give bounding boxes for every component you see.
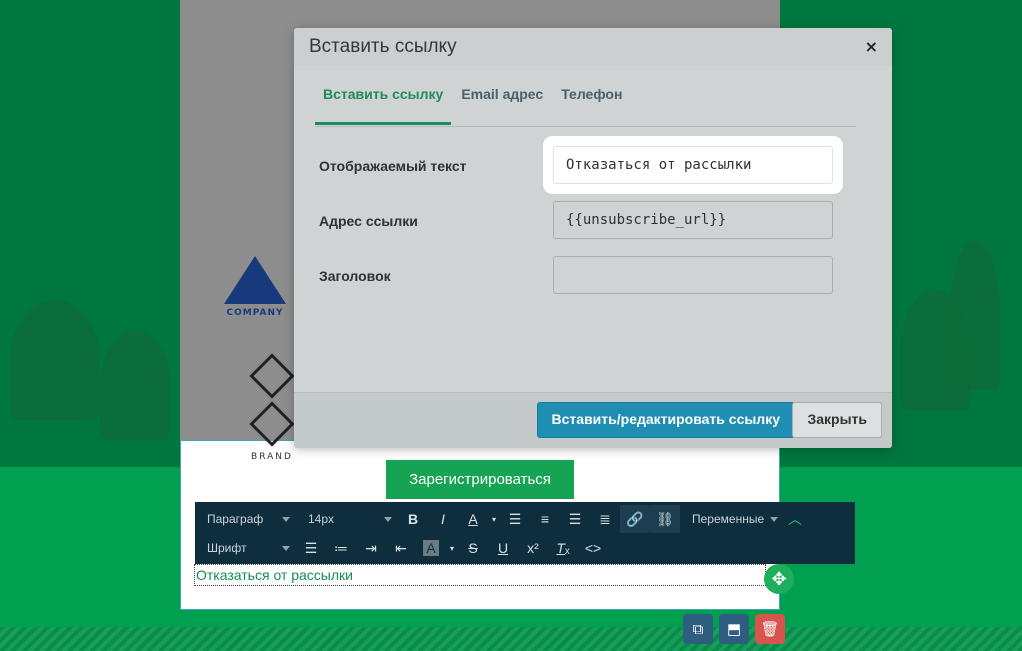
font-size-label: 14px: [308, 512, 335, 526]
indent-icon[interactable]: ⇥: [356, 534, 386, 562]
audience-silhouette: [950, 240, 1000, 390]
register-button[interactable]: Зарегистрироваться: [386, 460, 574, 499]
outdent-icon[interactable]: ⇤: [386, 534, 416, 562]
underline-icon[interactable]: U: [488, 534, 518, 562]
dialog-header: Вставить ссылку ×: [294, 28, 892, 66]
unsubscribe-link-text[interactable]: Отказаться от рассылки: [194, 564, 766, 586]
paragraph-select-label: Параграф: [207, 512, 264, 526]
variables-select-label: Переменные: [692, 512, 765, 526]
tab-email-address[interactable]: Email адрес: [453, 86, 551, 125]
title-input[interactable]: [553, 256, 833, 294]
company-logo: COMPANY: [222, 256, 288, 318]
audience-silhouette: [10, 300, 100, 420]
caret-down-icon: [282, 516, 290, 522]
audience-silhouette: [100, 330, 170, 440]
link-icon[interactable]: 🔗: [620, 505, 650, 533]
highlight-icon[interactable]: A: [416, 534, 446, 562]
variables-select[interactable]: Переменные: [680, 512, 780, 526]
move-icon[interactable]: ✥: [764, 564, 794, 594]
insert-edit-link-button[interactable]: Вставить/редактировать ссылку: [536, 402, 795, 438]
dialog-footer: Вставить/редактировать ссылку Закрыть: [294, 392, 892, 448]
strikethrough-icon[interactable]: S: [458, 534, 488, 562]
highlight-caret-icon[interactable]: ▾: [446, 534, 458, 562]
caret-down-icon: [770, 516, 779, 522]
caret-down-icon: [282, 545, 290, 551]
bullet-list-icon[interactable]: ☰: [296, 534, 326, 562]
bold-icon[interactable]: B: [398, 505, 428, 533]
tab-phone[interactable]: Телефон: [553, 86, 630, 125]
close-button[interactable]: Закрыть: [792, 402, 882, 438]
link-url-label: Адрес ссылки: [319, 213, 418, 229]
display-text-label: Отображаемый текст: [319, 158, 467, 174]
link-url-row: Адрес ссылки {{unsubscribe_url}}: [319, 201, 834, 241]
link-url-input[interactable]: {{unsubscribe_url}}: [553, 201, 833, 239]
rich-text-toolbar: Параграф 14px B I A ▾ ☰ ≡ ☰ ≣ 🔗 ⛓ Переме…: [195, 502, 855, 564]
title-row: Заголовок: [319, 256, 834, 296]
tab-insert-link[interactable]: Вставить ссылку: [315, 86, 452, 125]
align-left-icon[interactable]: ☰: [500, 505, 530, 533]
text-color-icon[interactable]: A: [458, 505, 488, 533]
chevron-up-icon[interactable]: ︿: [780, 505, 810, 533]
company-logo-text: COMPANY: [226, 308, 284, 318]
brand-logo: BRAND: [244, 353, 300, 462]
align-justify-icon[interactable]: ≣: [590, 505, 620, 533]
superscript-icon[interactable]: x²: [518, 534, 548, 562]
title-label: Заголовок: [319, 268, 391, 284]
display-text-input[interactable]: Отказаться от рассылки: [553, 146, 833, 184]
clear-format-icon[interactable]: Tₓ: [548, 534, 578, 562]
code-icon[interactable]: <>: [578, 534, 608, 562]
text-color-caret-icon[interactable]: ▾: [488, 505, 500, 533]
display-text-row: Отображаемый текст Отказаться от рассылк…: [319, 146, 834, 186]
numbered-list-icon[interactable]: ≔: [326, 534, 356, 562]
dialog-tabs: Вставить ссылку Email адрес Телефон: [315, 86, 856, 127]
close-icon[interactable]: ×: [865, 37, 878, 56]
paragraph-select[interactable]: Параграф: [195, 512, 296, 526]
block-actions: ⧉ ⬒ 🗑: [683, 614, 785, 644]
footer-stripes: [0, 627, 1022, 651]
insert-link-dialog: Вставить ссылку × Вставить ссылку Email …: [294, 28, 892, 448]
brand-logo-text: BRAND: [251, 452, 293, 462]
unlink-icon[interactable]: ⛓: [650, 505, 680, 533]
italic-icon[interactable]: I: [428, 505, 458, 533]
font-family-select[interactable]: Шрифт: [195, 541, 296, 555]
save-icon[interactable]: ⬒: [719, 614, 749, 644]
caret-down-icon: [384, 516, 392, 522]
copy-icon[interactable]: ⧉: [683, 614, 713, 644]
dialog-title: Вставить ссылку: [309, 36, 457, 57]
align-center-icon[interactable]: ≡: [530, 505, 560, 533]
font-family-label: Шрифт: [207, 541, 247, 555]
trash-icon[interactable]: 🗑: [755, 614, 785, 644]
font-size-select[interactable]: 14px: [296, 512, 398, 526]
align-right-icon[interactable]: ☰: [560, 505, 590, 533]
